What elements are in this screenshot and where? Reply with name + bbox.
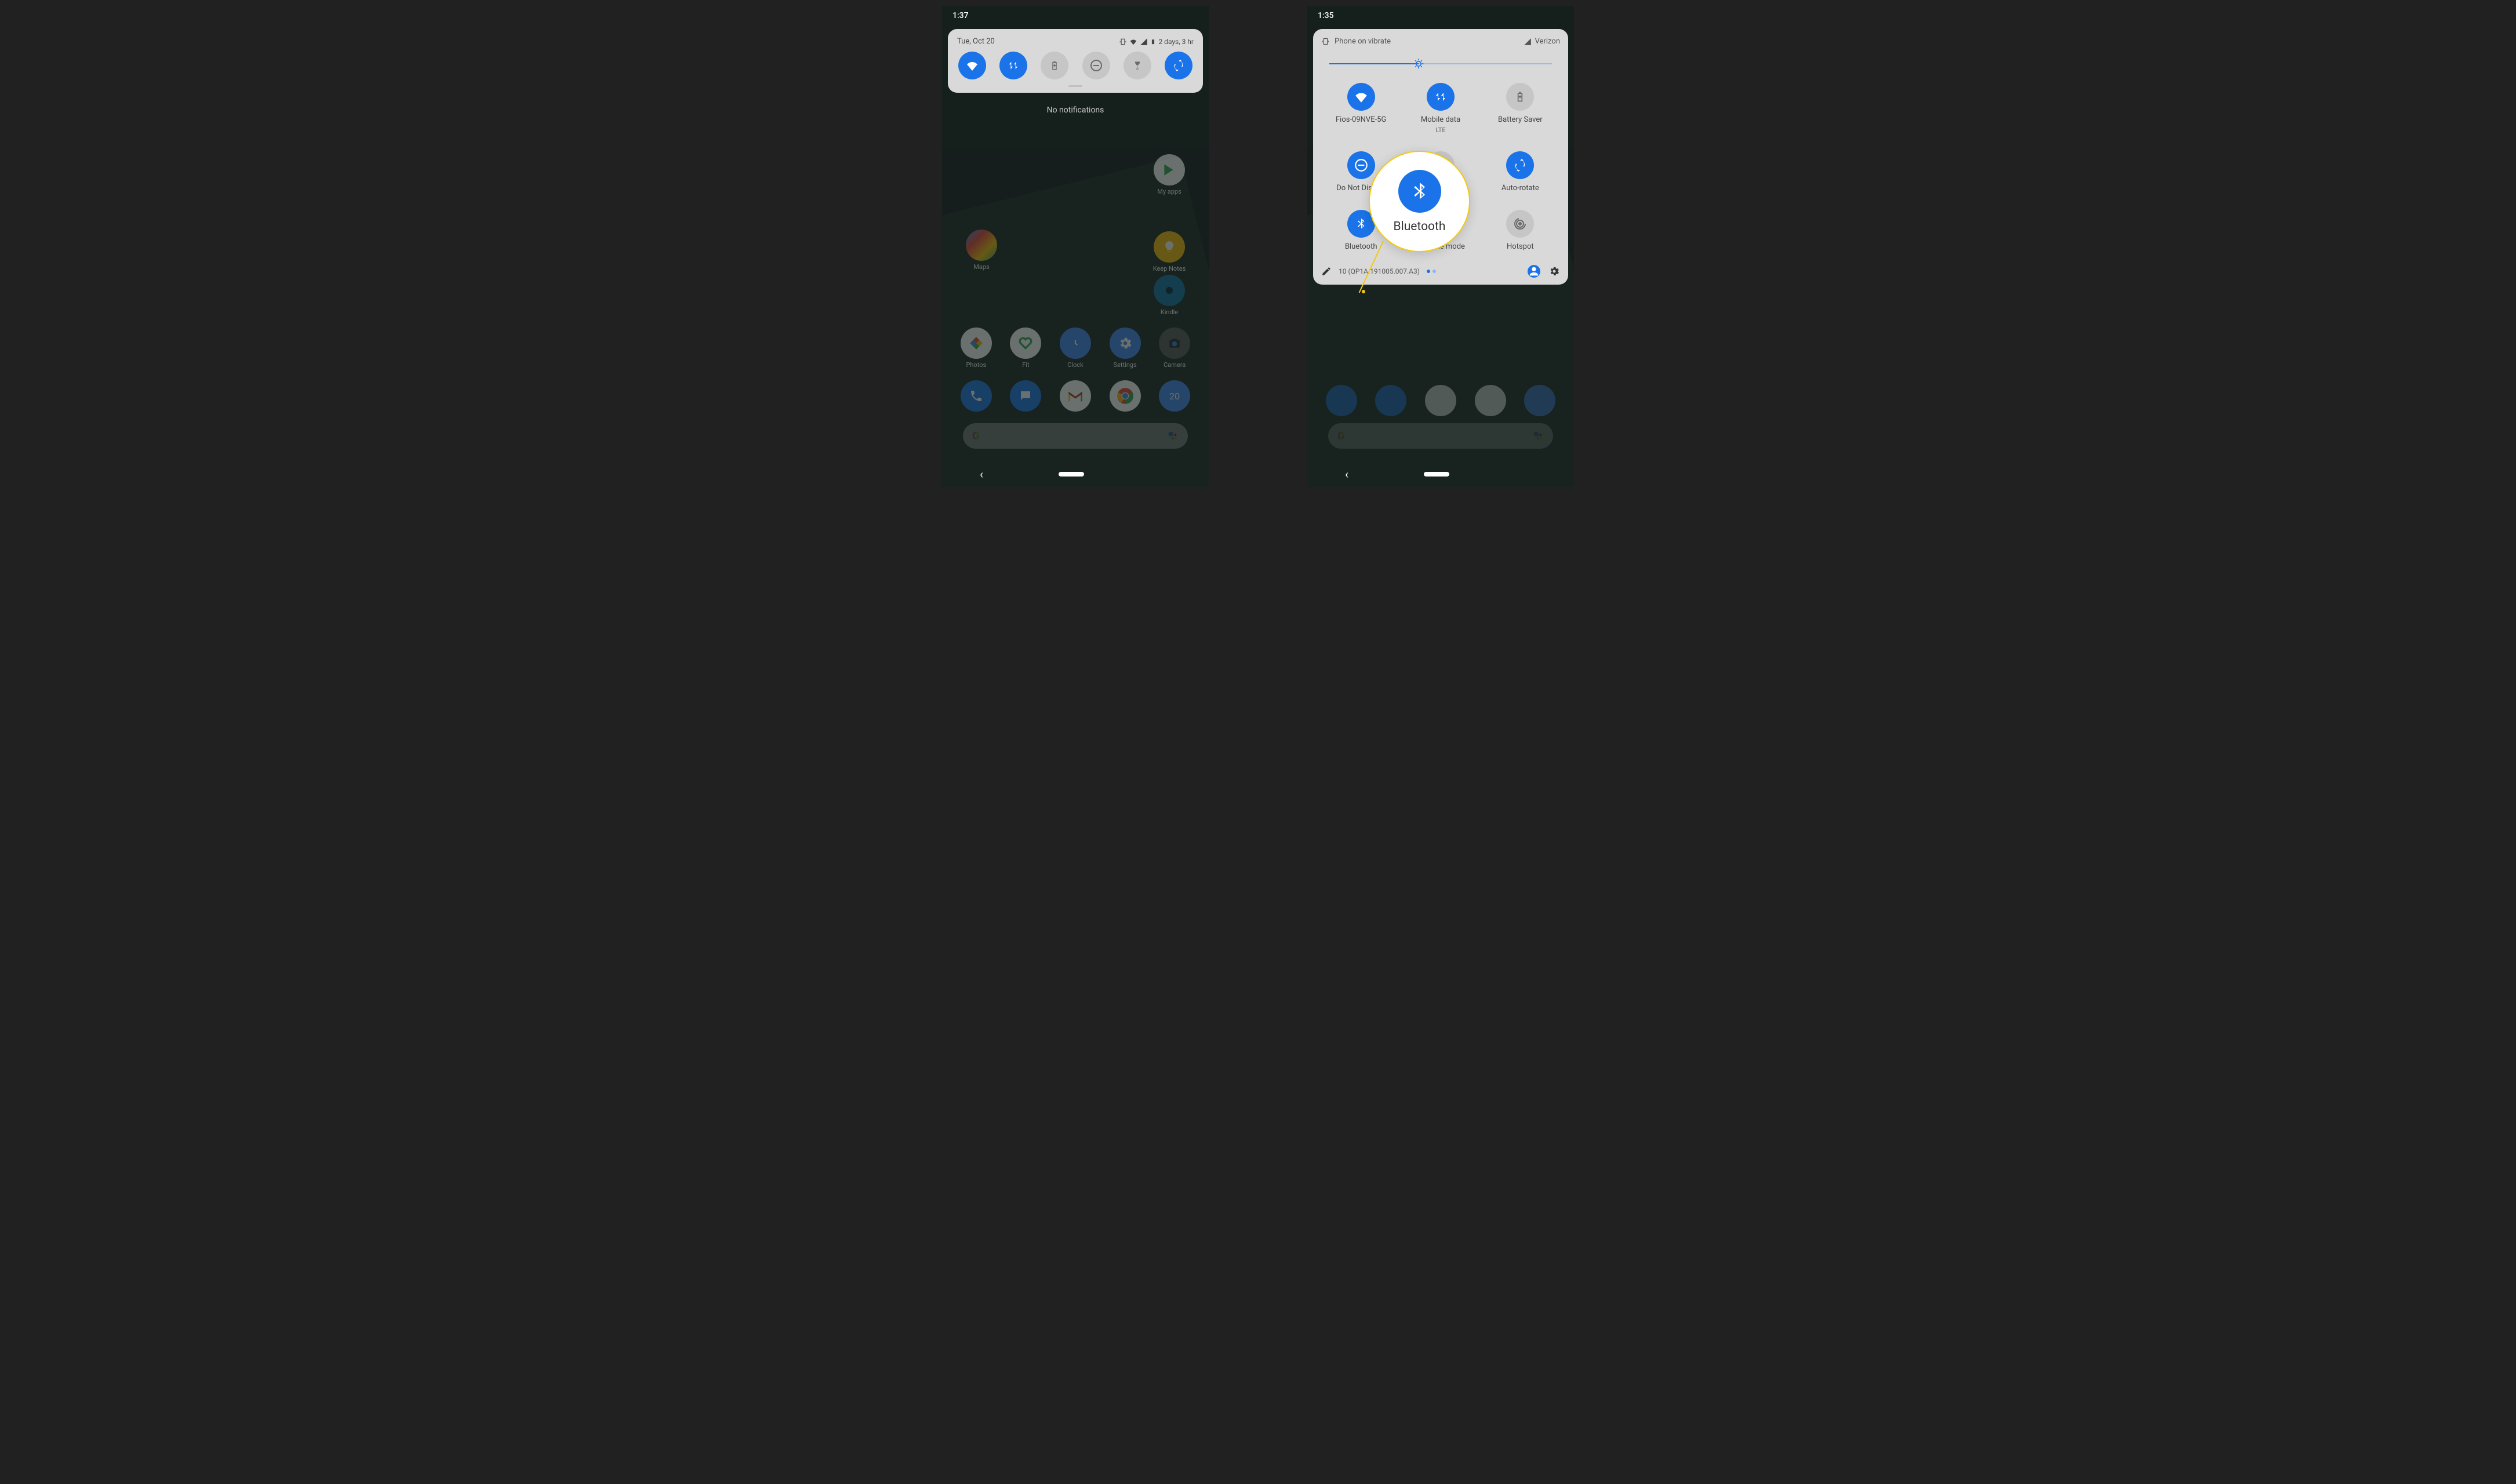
messages-icon xyxy=(1010,380,1041,412)
app-maps[interactable]: Maps xyxy=(959,230,1004,271)
app-phone[interactable] xyxy=(954,380,998,412)
maps-icon xyxy=(966,230,997,261)
user-avatar[interactable] xyxy=(1528,265,1540,278)
app-label: Maps xyxy=(973,263,989,271)
slider-fill xyxy=(1329,63,1419,64)
app-clock[interactable]: Clock xyxy=(1053,328,1097,369)
panel-date: Tue, Oct 20 xyxy=(957,37,995,46)
status-time: 1:35 xyxy=(1318,11,1334,20)
navigation-bar: ‹ xyxy=(1307,461,1574,487)
google-logo-icon: G xyxy=(972,430,979,442)
status-bar: 1:37 xyxy=(942,6,1209,26)
app-label: Camera xyxy=(1164,361,1186,369)
bluetooth-icon xyxy=(1398,170,1441,213)
home-pill[interactable] xyxy=(1424,472,1449,477)
tile-label: Battery Saver xyxy=(1498,115,1543,124)
settings-icon[interactable] xyxy=(1548,265,1560,277)
app-camera[interactable]: Camera xyxy=(1152,328,1197,369)
battery-saver-tile[interactable]: Battery Saver xyxy=(1481,83,1560,134)
tile-label: Auto-rotate xyxy=(1501,184,1539,192)
app-keep-notes[interactable]: Keep Notes xyxy=(1147,231,1191,272)
app-label: Photos xyxy=(966,361,986,369)
no-notifications-label: No notifications xyxy=(942,106,1209,115)
status-bar: 1:35 xyxy=(1307,6,1574,26)
phone-left: 1:37 Tue, Oct 20 2 days, 3 hr xyxy=(942,6,1209,487)
app-chrome[interactable] xyxy=(1103,380,1147,412)
page-dot xyxy=(1432,270,1436,273)
status-time: 1:37 xyxy=(952,11,969,20)
calendar-day: 20 xyxy=(1169,391,1180,402)
brightness-slider[interactable] xyxy=(1329,56,1552,72)
panel-drag-handle[interactable] xyxy=(1068,85,1082,87)
app-messages[interactable] xyxy=(1004,380,1048,412)
clock-icon xyxy=(1060,328,1091,359)
phone-icon xyxy=(961,380,992,412)
mobile-data-tile[interactable] xyxy=(999,52,1027,79)
home-pill[interactable] xyxy=(1059,472,1084,477)
back-button[interactable]: ‹ xyxy=(980,467,983,481)
kindle-icon xyxy=(1154,275,1185,306)
auto-rotate-tile[interactable] xyxy=(1165,52,1192,79)
navigation-bar: ‹ xyxy=(942,461,1209,487)
tile-label: Hotspot xyxy=(1507,242,1534,251)
vibrate-icon xyxy=(1119,38,1127,46)
tile-label: Fios-09NVE-5G xyxy=(1336,115,1386,124)
search-bar[interactable]: G xyxy=(963,423,1188,449)
wifi-tile[interactable] xyxy=(958,52,986,79)
app-label: Fit xyxy=(1022,361,1029,369)
tile-label: Bluetooth xyxy=(1345,242,1377,251)
app-fit[interactable]: Fit xyxy=(1004,328,1048,369)
app-label: Kindle xyxy=(1161,308,1178,316)
assistant-icon xyxy=(1167,430,1179,442)
tile-label: Mobile data xyxy=(1421,115,1460,124)
battery-icon xyxy=(1150,38,1156,46)
photos-icon xyxy=(961,328,992,359)
fit-icon xyxy=(1010,328,1041,359)
slider-thumb[interactable] xyxy=(1413,58,1424,70)
bluetooth-callout: Bluetooth xyxy=(1369,151,1470,252)
signal-icon xyxy=(1524,38,1532,46)
edit-icon[interactable] xyxy=(1321,266,1332,277)
callout-label: Bluetooth xyxy=(1394,220,1446,234)
callout-dot xyxy=(1362,290,1365,293)
app-label: Keep Notes xyxy=(1153,265,1186,272)
calendar-icon: 20 xyxy=(1159,380,1190,412)
keep-icon xyxy=(1154,231,1185,263)
chrome-icon xyxy=(1110,380,1141,412)
battery-saver-tile[interactable] xyxy=(1041,52,1068,79)
vibrate-icon xyxy=(1321,37,1330,46)
do-not-disturb-tile[interactable] xyxy=(1082,52,1110,79)
wifi-icon xyxy=(1129,38,1137,46)
panel-status-icons: 2 days, 3 hr xyxy=(1119,38,1194,46)
app-settings[interactable]: Settings xyxy=(1103,328,1147,369)
back-button[interactable]: ‹ xyxy=(1345,467,1348,481)
home-app-grid: Maps My apps Keep Notes Kind xyxy=(942,230,1209,449)
battery-text: 2 days, 3 hr xyxy=(1158,38,1194,46)
signal-icon xyxy=(1140,38,1148,46)
app-label: Settings xyxy=(1113,361,1136,369)
page-dot-active xyxy=(1427,270,1430,273)
auto-rotate-tile[interactable]: Auto-rotate xyxy=(1481,151,1560,192)
app-photos[interactable]: Photos xyxy=(954,328,998,369)
carrier-label: Verizon xyxy=(1535,37,1560,46)
tile-sublabel: LTE xyxy=(1435,126,1445,134)
flashlight-tile[interactable] xyxy=(1124,52,1151,79)
quick-settings-panel[interactable]: Tue, Oct 20 2 days, 3 hr xyxy=(948,29,1203,93)
phone-right: 1:35 Phone on vibrate Verizon xyxy=(1307,6,1574,487)
qs-tile-row xyxy=(956,52,1195,79)
hotspot-tile[interactable]: Hotspot xyxy=(1481,210,1560,251)
gmail-icon xyxy=(1060,380,1091,412)
wifi-tile[interactable]: Fios-09NVE-5G xyxy=(1321,83,1401,134)
app-gmail[interactable] xyxy=(1053,380,1097,412)
app-calendar[interactable]: 20 xyxy=(1152,380,1197,412)
app-label: Clock xyxy=(1067,361,1083,369)
settings-icon xyxy=(1110,328,1141,359)
vibrate-text: Phone on vibrate xyxy=(1335,37,1391,46)
mobile-data-tile[interactable]: Mobile data LTE xyxy=(1401,83,1480,134)
camera-icon xyxy=(1159,328,1190,359)
build-label: 10 (QP1A.191005.007.A3) xyxy=(1339,267,1420,275)
app-kindle[interactable]: Kindle xyxy=(1147,275,1191,316)
